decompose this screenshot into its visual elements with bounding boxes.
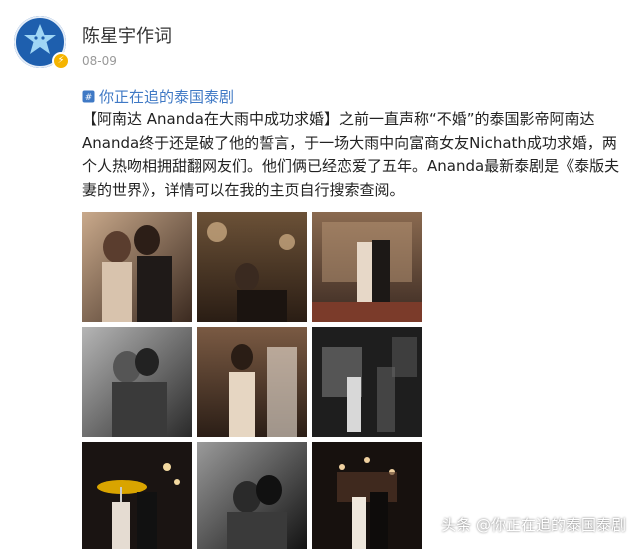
photo-1[interactable]: [82, 212, 192, 322]
watermark: 头条 @你正在追的泰国泰剧: [441, 516, 626, 534]
post-body-text: 【阿南达 Ananda在大雨中成功求婚】之前一直声称“不婚”的泰国影帝阿南达An…: [82, 110, 620, 199]
post-header: ⚡ 陈星宇作词 08-09: [14, 14, 614, 74]
photo-7[interactable]: [82, 442, 192, 549]
photo-6[interactable]: [312, 327, 422, 437]
svg-text:#: #: [85, 93, 93, 103]
photo-grid: [82, 212, 422, 549]
photo-9[interactable]: [312, 442, 422, 549]
topic-icon: #: [82, 90, 95, 103]
verified-badge-icon: ⚡: [52, 52, 70, 70]
photo-8[interactable]: [197, 442, 307, 549]
photo-5[interactable]: [197, 327, 307, 437]
photo-4[interactable]: [82, 327, 192, 437]
topic-link[interactable]: # 你正在追的泰国泰剧: [82, 86, 234, 107]
author-name[interactable]: 陈星宇作词: [82, 22, 172, 48]
star-icon: [24, 24, 56, 54]
photo-3[interactable]: [312, 212, 422, 322]
topic-label[interactable]: 你正在追的泰国泰剧: [99, 86, 234, 107]
post-date: 08-09: [82, 54, 117, 68]
photo-2[interactable]: [197, 212, 307, 322]
